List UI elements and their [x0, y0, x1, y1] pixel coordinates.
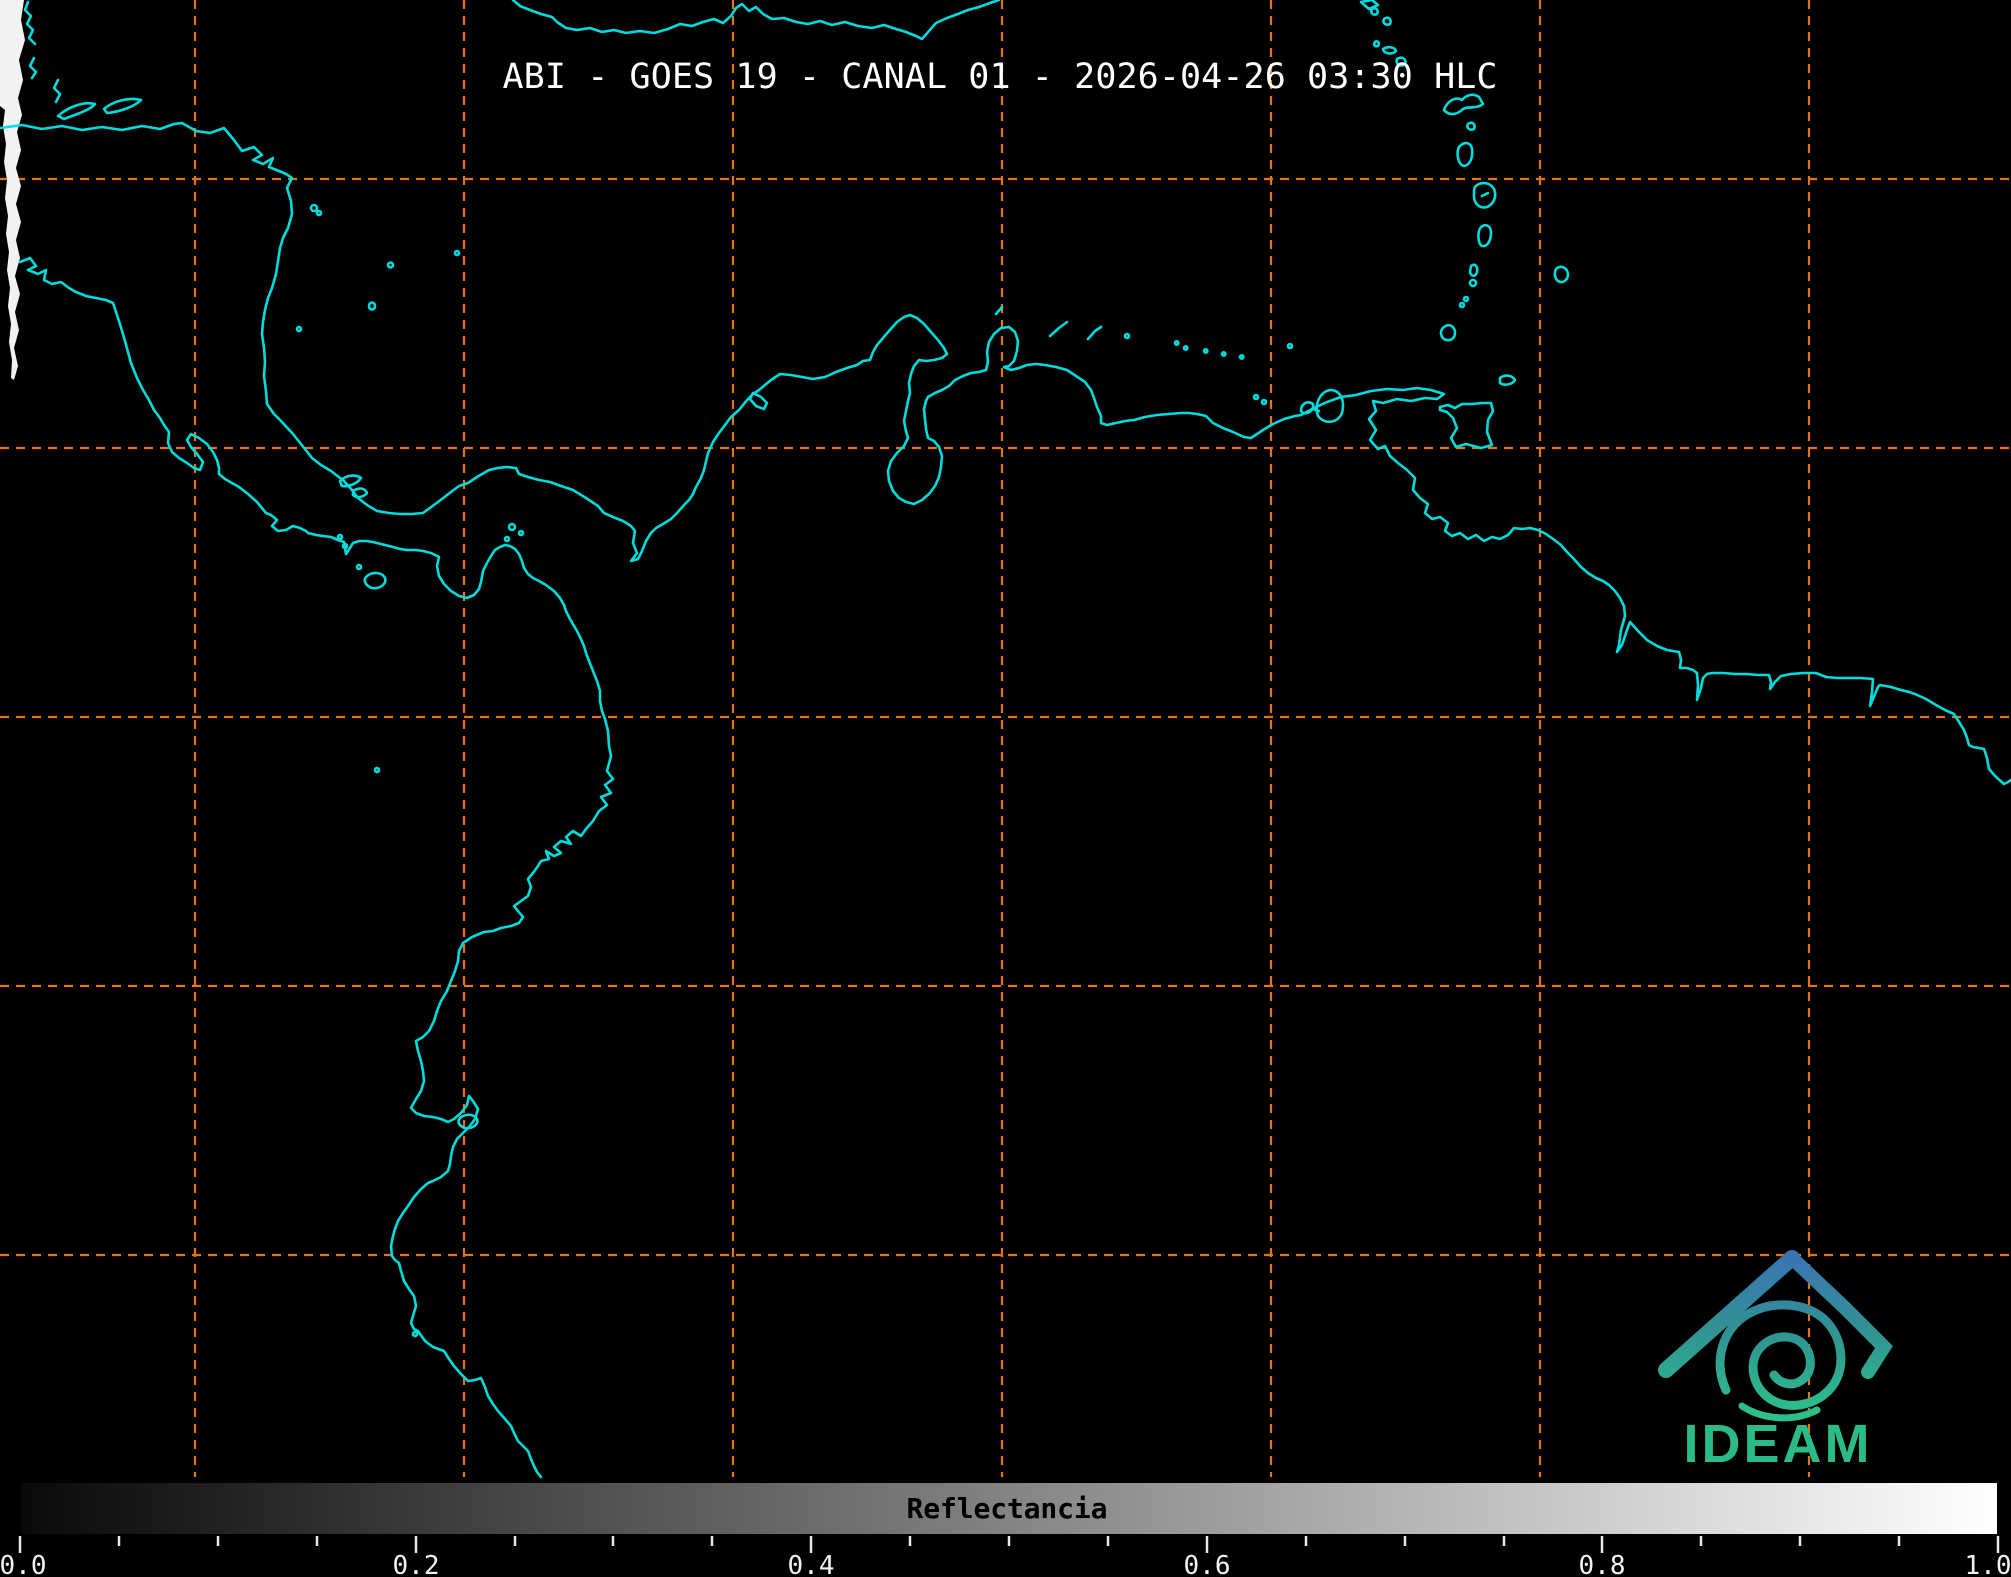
- colorbar-tick-labels: 0.0 0.2 0.4 0.6 0.8 1.0: [0, 1551, 2011, 1577]
- map-background: [0, 0, 2011, 1477]
- colorbar: Reflectancia 0.0 0.2 0.4 0.6 0.8 1.0: [0, 1481, 2011, 1577]
- tick-label: 1.0: [1965, 1551, 2011, 1577]
- tick-label: 0.6: [1184, 1551, 1231, 1577]
- tick-label: 0.8: [1579, 1551, 1626, 1577]
- tick-label: 0.2: [393, 1551, 440, 1577]
- ideam-logo-text: IDEAM: [1684, 1414, 1873, 1474]
- image-title: ABI - GOES 19 - CANAL 01 - 2026-04-26 03…: [503, 57, 1498, 97]
- tick-label: 0.4: [788, 1551, 835, 1577]
- colorbar-ticks: [18, 1536, 2000, 1553]
- tick-label: 0.0: [0, 1551, 46, 1577]
- satellite-image-viewer: ABI - GOES 19 - CANAL 01 - 2026-04-26 03…: [0, 0, 2011, 1577]
- map-canvas: ABI - GOES 19 - CANAL 01 - 2026-04-26 03…: [0, 0, 2011, 1577]
- colorbar-label: Reflectancia: [907, 1492, 1108, 1525]
